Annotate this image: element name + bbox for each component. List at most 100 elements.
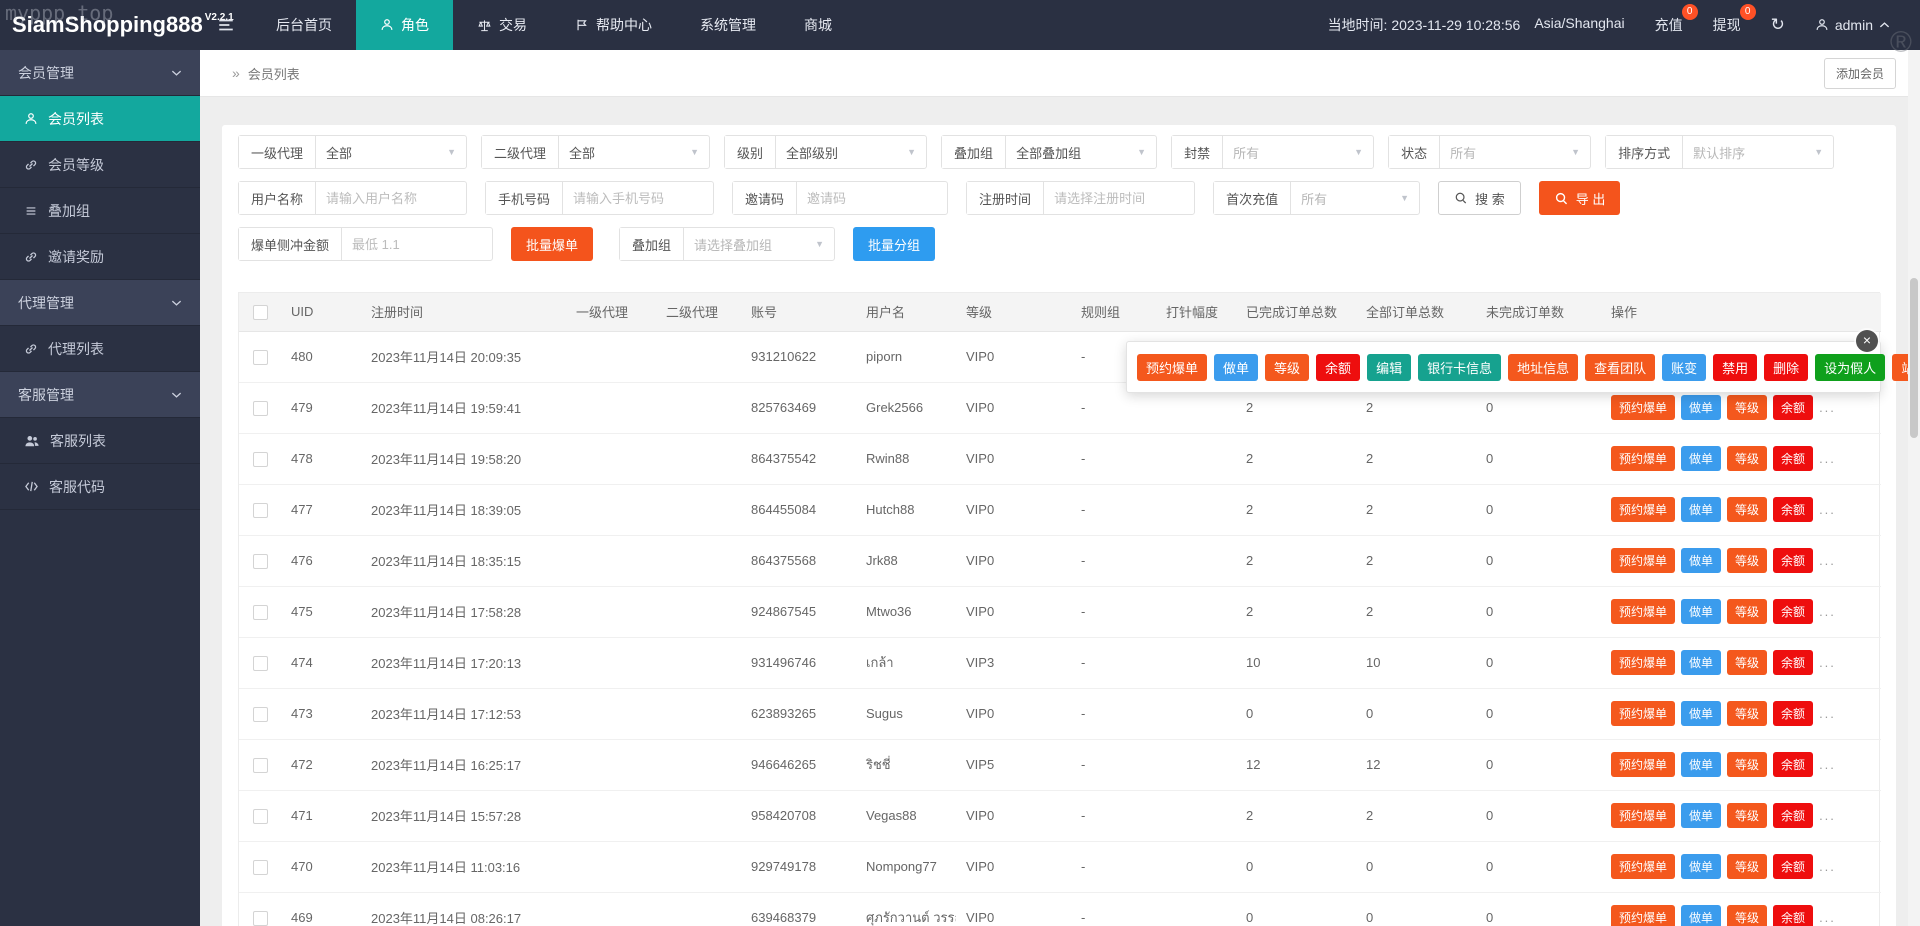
popup-action-余额[interactable]: 余额 <box>1316 353 1361 381</box>
nav-item-角色[interactable]: 角色 <box>356 0 453 50</box>
row-action-等级[interactable]: 等级 <box>1727 752 1768 777</box>
row-action-预约爆单[interactable]: 预约爆单 <box>1611 701 1676 726</box>
nav-item-交易[interactable]: 交易 <box>453 0 551 50</box>
sidebar-item-客服列表[interactable]: 客服列表 <box>0 418 200 464</box>
row-checkbox[interactable] <box>252 757 268 773</box>
popup-action-禁用[interactable]: 禁用 <box>1713 353 1758 381</box>
sidebar-group-客服管理[interactable]: 客服管理 <box>0 372 200 418</box>
row-action-做单[interactable]: 做单 <box>1681 446 1722 471</box>
row-checkbox[interactable] <box>252 910 268 926</box>
nav-item-帮助中心[interactable]: 帮助中心 <box>551 0 676 50</box>
row-action-等级[interactable]: 等级 <box>1727 650 1768 675</box>
popup-action-等级[interactable]: 等级 <box>1265 353 1310 381</box>
filter-select-叠加组[interactable]: 全部叠加组 ▼ <box>1006 136 1156 168</box>
nav-item-后台首页[interactable]: 后台首页 <box>252 0 356 50</box>
nav-item-系统管理[interactable]: 系统管理 <box>676 0 780 50</box>
row-action-余额[interactable]: 余额 <box>1773 905 1814 926</box>
filter-input-手机号码[interactable] <box>563 182 714 214</box>
more-actions-button[interactable]: ... <box>1819 706 1836 721</box>
row-action-余额[interactable]: 余额 <box>1773 701 1814 726</box>
row-checkbox[interactable] <box>252 553 268 569</box>
row-action-等级[interactable]: 等级 <box>1727 446 1768 471</box>
burst-amount-input[interactable] <box>342 228 493 260</box>
sidebar-item-叠加组[interactable]: 叠加组 <box>0 188 200 234</box>
row-action-等级[interactable]: 等级 <box>1727 548 1768 573</box>
row-action-余额[interactable]: 余额 <box>1773 803 1814 828</box>
row-checkbox[interactable] <box>252 502 268 518</box>
popup-action-地址信息[interactable]: 地址信息 <box>1508 353 1579 381</box>
row-action-预约爆单[interactable]: 预约爆单 <box>1611 548 1676 573</box>
row-checkbox[interactable] <box>252 859 268 875</box>
popup-action-删除[interactable]: 删除 <box>1764 353 1809 381</box>
row-action-做单[interactable]: 做单 <box>1681 497 1722 522</box>
select-all-checkbox[interactable] <box>252 304 268 320</box>
row-action-等级[interactable]: 等级 <box>1727 854 1768 879</box>
add-member-button[interactable]: 添加会员 <box>1823 57 1896 89</box>
row-action-等级[interactable]: 等级 <box>1727 701 1768 726</box>
row-action-做单[interactable]: 做单 <box>1681 905 1722 926</box>
sidebar-item-会员等级[interactable]: 会员等级 <box>0 142 200 188</box>
batch-group-select[interactable]: 请选择叠加组 ▼ <box>684 228 834 260</box>
filter-select-一级代理[interactable]: 全部 ▼ <box>316 136 466 168</box>
row-action-等级[interactable]: 等级 <box>1727 803 1768 828</box>
row-action-等级[interactable]: 等级 <box>1727 905 1768 926</box>
row-action-余额[interactable]: 余额 <box>1773 650 1814 675</box>
row-action-预约爆单[interactable]: 预约爆单 <box>1611 395 1676 420</box>
row-action-预约爆单[interactable]: 预约爆单 <box>1611 803 1676 828</box>
row-action-预约爆单[interactable]: 预约爆单 <box>1611 905 1676 926</box>
sidebar-item-邀请奖励[interactable]: 邀请奖励 <box>0 234 200 280</box>
row-action-等级[interactable]: 等级 <box>1727 599 1768 624</box>
withdraw-link[interactable]: 提现 0 <box>1713 4 1756 35</box>
row-action-做单[interactable]: 做单 <box>1681 803 1722 828</box>
more-actions-button[interactable]: ... <box>1819 808 1836 823</box>
hamburger-icon[interactable] <box>200 0 252 50</box>
more-actions-button[interactable]: ... <box>1819 604 1836 619</box>
row-checkbox[interactable] <box>252 808 268 824</box>
more-actions-button[interactable]: ... <box>1819 400 1836 415</box>
batch-burst-button[interactable]: 批量爆单 <box>511 227 594 261</box>
sidebar-group-代理管理[interactable]: 代理管理 <box>0 280 200 326</box>
batch-group-button[interactable]: 批量分组 <box>853 227 936 261</box>
filter-input-用户名称[interactable] <box>316 182 467 214</box>
row-action-预约爆单[interactable]: 预约爆单 <box>1611 650 1676 675</box>
row-action-预约爆单[interactable]: 预约爆单 <box>1611 854 1676 879</box>
sidebar-item-会员列表[interactable]: 会员列表 <box>0 96 200 142</box>
row-checkbox[interactable] <box>252 349 268 365</box>
popup-action-编辑[interactable]: 编辑 <box>1367 353 1412 381</box>
user-menu[interactable]: admin <box>1815 17 1890 33</box>
row-action-余额[interactable]: 余额 <box>1773 599 1814 624</box>
sidebar-item-代理列表[interactable]: 代理列表 <box>0 326 200 372</box>
popup-action-做单[interactable]: 做单 <box>1214 353 1259 381</box>
vertical-scrollbar[interactable] <box>1908 50 1920 926</box>
close-icon[interactable]: × <box>1856 330 1878 352</box>
row-checkbox[interactable] <box>252 451 268 467</box>
popup-action-预约爆单[interactable]: 预约爆单 <box>1137 353 1208 381</box>
row-action-预约爆单[interactable]: 预约爆单 <box>1611 497 1676 522</box>
row-action-余额[interactable]: 余额 <box>1773 854 1814 879</box>
scrollbar-thumb[interactable] <box>1910 278 1918 438</box>
row-action-预约爆单[interactable]: 预约爆单 <box>1611 446 1676 471</box>
row-action-做单[interactable]: 做单 <box>1681 395 1722 420</box>
recharge-link[interactable]: 充值 0 <box>1655 4 1698 35</box>
row-action-预约爆单[interactable]: 预约爆单 <box>1611 752 1676 777</box>
more-actions-button[interactable]: ... <box>1819 502 1836 517</box>
row-action-预约爆单[interactable]: 预约爆单 <box>1611 599 1676 624</box>
row-action-做单[interactable]: 做单 <box>1681 752 1722 777</box>
filter-select-排序方式[interactable]: 默认排序 ▼ <box>1683 136 1833 168</box>
more-actions-button[interactable]: ... <box>1819 910 1836 925</box>
filter-input-注册时间[interactable] <box>1044 182 1195 214</box>
filter-select-状态[interactable]: 所有 ▼ <box>1440 136 1590 168</box>
row-action-余额[interactable]: 余额 <box>1773 497 1814 522</box>
row-action-做单[interactable]: 做单 <box>1681 650 1722 675</box>
more-actions-button[interactable]: ... <box>1819 553 1836 568</box>
filter-input-邀请码[interactable] <box>797 182 948 214</box>
row-action-余额[interactable]: 余额 <box>1773 548 1814 573</box>
more-actions-button[interactable]: ... <box>1819 859 1836 874</box>
row-action-余额[interactable]: 余额 <box>1773 752 1814 777</box>
row-action-余额[interactable]: 余额 <box>1773 446 1814 471</box>
more-actions-button[interactable]: ... <box>1819 655 1836 670</box>
filter-select-级别[interactable]: 全部级别 ▼ <box>776 136 926 168</box>
export-button[interactable]: 导 出 <box>1538 181 1621 215</box>
row-checkbox[interactable] <box>252 400 268 416</box>
row-action-等级[interactable]: 等级 <box>1727 497 1768 522</box>
